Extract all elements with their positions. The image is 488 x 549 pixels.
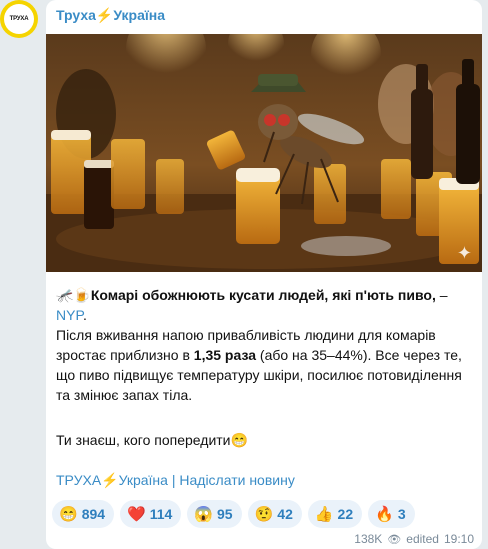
photo-illustration [46,34,482,272]
channel-avatar[interactable]: ТРУХА [0,0,38,38]
message-time: 19:10 [443,532,474,546]
reaction-count: 114 [149,506,173,522]
views-count: 138K [354,532,383,546]
reaction-heart[interactable]: ❤️ 114 [120,500,182,528]
headline-emoji: 🦟🍺 [56,287,91,303]
eye-icon: 👁 [387,533,402,546]
footer-separator: | [167,472,180,488]
channel-name[interactable]: Труха⚡Україна [56,7,165,24]
post-question: Ти знаєш, кого попередити😁 [56,432,248,448]
scream-emoji-icon: 😱 [194,506,214,523]
headline-dash: – [435,287,448,303]
source-link[interactable]: NYP [56,307,83,323]
fire-emoji-icon: 🔥 [375,506,394,523]
reaction-count: 95 [217,506,233,522]
reaction-fire[interactable]: 🔥 3 [368,500,415,528]
body-bold-value: 1,35 раза [193,347,257,363]
thumbs-up-emoji-icon: 👍 [314,506,334,523]
headline-bold-text: Комарі обожнюють кусати людей, які п'ють… [90,287,436,303]
reactions-bar: 😁 894 ❤️ 114 😱 95 🤨 42 👍 22 🔥 3 [52,500,415,528]
post-headline: 🦟🍺Комарі обожнюють кусати людей, які п'ю… [56,285,476,325]
sparkle-icon: ✦ [456,243,472,263]
heart-emoji-icon: ❤️ [127,506,146,523]
reaction-count: 42 [277,506,293,522]
raised-eyebrow-emoji-icon: 🤨 [254,506,274,523]
reaction-count: 894 [81,506,106,522]
post-photo[interactable]: ✦ [46,34,482,272]
footer-submit-link[interactable]: Надіслати новину [179,472,294,488]
reaction-scream[interactable]: 😱 95 [187,500,242,528]
reaction-thumbs-up[interactable]: 👍 22 [307,500,363,528]
footer-channel-link[interactable]: ТРУХА⚡Україна [56,472,168,488]
reaction-count: 3 [397,506,406,522]
footer-links: ТРУХА⚡Україна | Надіслати новину [56,472,295,489]
headline-end: . [82,307,87,323]
edited-label: edited [406,532,439,546]
message-bubble: Труха⚡Україна ✦ 🦟🍺Комарі обожнюють кусат… [46,0,482,549]
message-meta: 138K 👁 edited 19:10 [354,532,474,546]
post-body-paragraph: Після вживання напою привабливість людин… [56,325,476,405]
reaction-grin[interactable]: 😁 894 [52,500,115,528]
reaction-raised-eyebrow[interactable]: 🤨 42 [247,500,302,528]
grin-emoji-icon: 😁 [59,506,78,523]
reaction-count: 22 [337,506,354,522]
avatar-logo-text: ТРУХА [4,4,34,34]
